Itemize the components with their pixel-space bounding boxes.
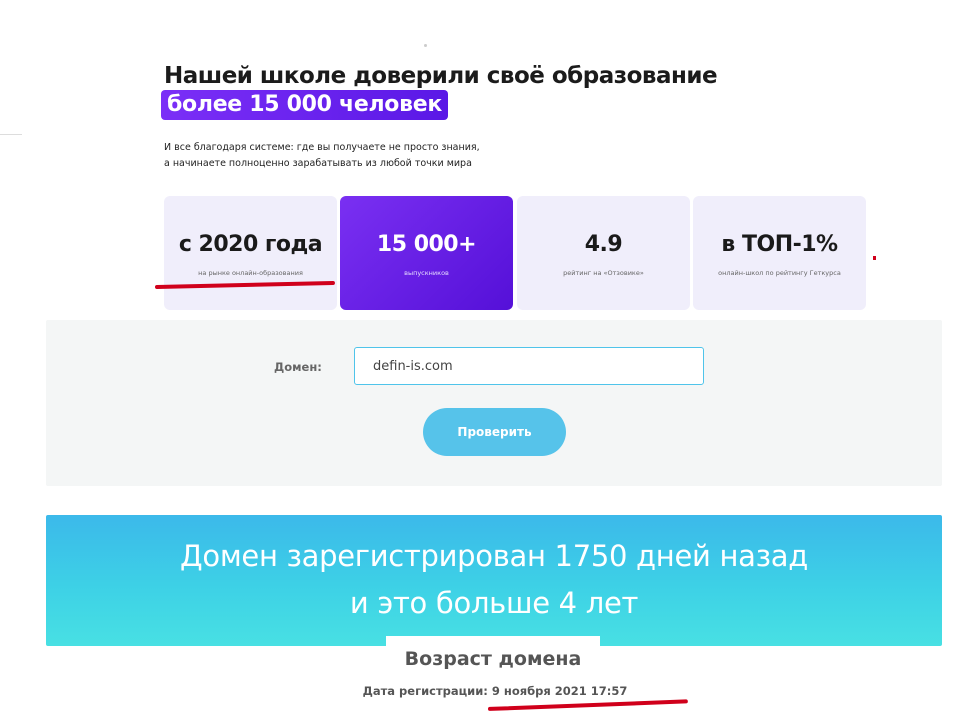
hero-subtitle: И все благодаря системе: где вы получает… xyxy=(164,140,544,172)
registration-date: Дата регистрации: 9 ноября 2021 17:57 xyxy=(362,684,628,698)
decor-dot xyxy=(424,44,427,47)
stat-caption: выпускников xyxy=(404,269,449,277)
stat-card-graduates: 15 000+ выпускников xyxy=(340,196,513,310)
frame-divider xyxy=(0,134,22,135)
annotation-mark xyxy=(873,256,876,260)
domain-age-title: Возраст домена xyxy=(404,648,582,670)
hero-subtitle-line-1: И все благодаря системе: где вы получает… xyxy=(164,142,480,153)
stat-caption: рейтинг на «Отзовике» xyxy=(563,269,644,277)
result-banner: Домен зарегистрирован 1750 дней назад и … xyxy=(46,515,942,646)
stat-value: с 2020 года xyxy=(178,232,323,257)
hero-highlight: более 15 000 человек xyxy=(161,90,448,120)
stat-card-rating: 4.9 рейтинг на «Отзовике» xyxy=(517,196,690,310)
stat-value: 4.9 xyxy=(584,232,623,257)
stat-card-top: в ТОП-1% онлайн-школ по рейтингу Геткурс… xyxy=(693,196,866,310)
stat-caption: онлайн-школ по рейтингу Геткурса xyxy=(718,269,841,277)
result-line-2: и это больше 4 лет xyxy=(349,586,639,620)
domain-label: Домен: xyxy=(274,360,322,374)
stat-caption: на рынке онлайн-образования xyxy=(198,269,303,277)
hero-title: Нашей школе доверили своё образование xyxy=(164,63,718,89)
domain-check-panel xyxy=(46,320,942,486)
domain-input[interactable] xyxy=(354,347,704,385)
hero-subtitle-line-2: а начинаете полноценно зарабатывать из л… xyxy=(164,158,472,169)
check-button[interactable]: Проверить xyxy=(423,408,566,456)
stat-card-since: с 2020 года на рынке онлайн-образования xyxy=(164,196,337,310)
stat-value: в ТОП-1% xyxy=(721,232,838,257)
stat-value: 15 000+ xyxy=(376,232,477,257)
result-line-1: Домен зарегистрирован 1750 дней назад xyxy=(180,539,808,573)
